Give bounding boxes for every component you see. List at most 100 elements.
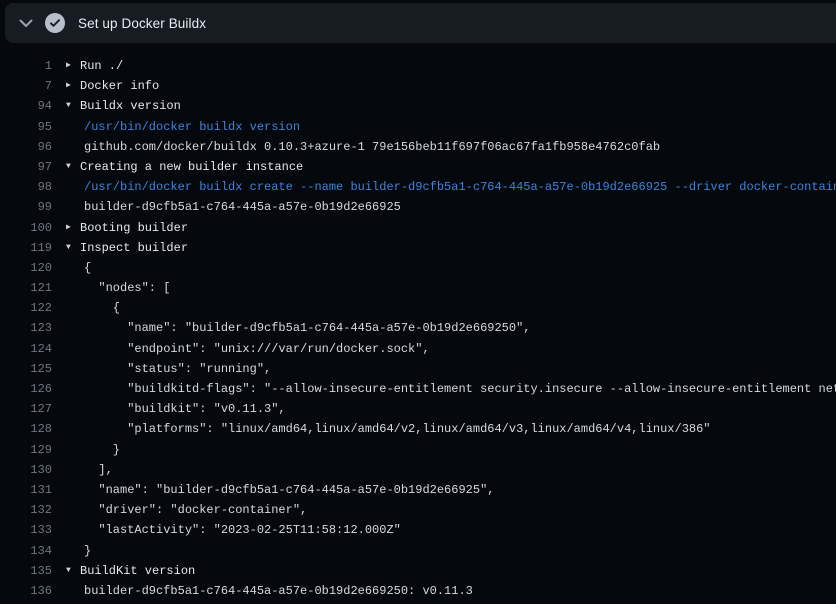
line-content: /usr/bin/docker buildx create --name bui… <box>66 177 836 197</box>
log-line: 132 "driver": "docker-container", <box>0 500 836 520</box>
line-number[interactable]: 119 <box>0 238 52 258</box>
line-text: /usr/bin/docker buildx create --name bui… <box>66 177 836 197</box>
line-content: ▶Docker info <box>66 76 159 96</box>
line-number[interactable]: 132 <box>0 500 52 520</box>
step-header[interactable]: Set up Docker Buildx <box>5 3 836 43</box>
line-content: { <box>66 258 91 278</box>
line-number[interactable]: 123 <box>0 318 52 338</box>
line-content: ], <box>66 460 113 480</box>
log-line: 129 } <box>0 440 836 460</box>
line-number[interactable]: 131 <box>0 480 52 500</box>
log-container: 1▶Run ./7▶Docker info94▼Buildx version95… <box>0 56 836 604</box>
log-line: 127 "buildkit": "v0.11.3", <box>0 399 836 419</box>
log-group-row[interactable]: 97 ▼Creating a new builder instance <box>0 157 836 177</box>
log-group-row[interactable]: 1▶Run ./ <box>0 56 836 76</box>
line-content: "name": "builder-d9cfb5a1-c764-445a-a57e… <box>66 318 530 338</box>
log-line: 96 github.com/docker/buildx 0.10.3+azure-… <box>0 137 836 157</box>
line-text: "driver": "docker-container", <box>66 500 307 520</box>
line-number[interactable]: 129 <box>0 440 52 460</box>
log-line: 121 "nodes": [ <box>0 278 836 298</box>
line-number[interactable]: 134 <box>0 541 52 561</box>
check-circle-icon <box>45 13 65 33</box>
line-text: "buildkitd-flags": "--allow-insecure-ent… <box>66 379 836 399</box>
log-line: 125 "status": "running", <box>0 359 836 379</box>
log-line: 122 { <box>0 298 836 318</box>
line-content: } <box>66 541 91 561</box>
log-line: 131 "name": "builder-d9cfb5a1-c764-445a-… <box>0 480 836 500</box>
chevron-down-icon[interactable] <box>18 15 34 31</box>
line-number[interactable]: 96 <box>0 137 52 157</box>
line-number[interactable]: 136 <box>0 581 52 601</box>
line-number[interactable]: 1 <box>0 56 52 76</box>
line-number[interactable]: 122 <box>0 298 52 318</box>
line-text: /usr/bin/docker buildx version <box>66 117 300 137</box>
line-number[interactable]: 97 <box>0 157 52 177</box>
actions-log-viewer: Set up Docker Buildx 1▶Run ./7▶Docker in… <box>0 0 836 604</box>
line-text: github.com/docker/buildx 0.10.3+azure-1 … <box>66 137 660 157</box>
line-content: { <box>66 298 120 318</box>
line-content: builder-d9cfb5a1-c764-445a-a57e-0b19d2e6… <box>66 197 401 217</box>
group-expanded-icon[interactable]: ▼ <box>66 96 80 116</box>
group-expanded-icon[interactable]: ▼ <box>66 157 80 177</box>
line-number[interactable]: 125 <box>0 359 52 379</box>
group-expanded-icon[interactable]: ▼ <box>66 561 80 581</box>
log-line: 98/usr/bin/docker buildx create --name b… <box>0 177 836 197</box>
log-line: 120 { <box>0 258 836 278</box>
line-content: "driver": "docker-container", <box>66 500 307 520</box>
log-line: 128 "platforms": "linux/amd64,linux/amd6… <box>0 419 836 439</box>
group-expanded-icon[interactable]: ▼ <box>66 238 80 258</box>
line-number[interactable]: 95 <box>0 117 52 137</box>
line-text: "name": "builder-d9cfb5a1-c764-445a-a57e… <box>66 480 494 500</box>
line-content: builder-d9cfb5a1-c764-445a-a57e-0b19d2e6… <box>66 581 473 601</box>
line-number[interactable]: 133 <box>0 520 52 540</box>
line-number[interactable]: 98 <box>0 177 52 197</box>
line-content: "lastActivity": "2023-02-25T11:58:12.000… <box>66 520 401 540</box>
line-number[interactable]: 130 <box>0 460 52 480</box>
line-text: BuildKit version <box>80 561 195 581</box>
line-text: "buildkit": "v0.11.3", <box>66 399 286 419</box>
line-content: ▼Inspect builder <box>66 238 188 258</box>
line-content: github.com/docker/buildx 0.10.3+azure-1 … <box>66 137 660 157</box>
group-collapsed-icon[interactable]: ▶ <box>66 218 80 238</box>
line-text: "platforms": "linux/amd64,linux/amd64/v2… <box>66 419 711 439</box>
log-group-row[interactable]: 7 ▶Docker info <box>0 76 836 96</box>
log-line: 136 builder-d9cfb5a1-c764-445a-a57e-0b19d… <box>0 581 836 601</box>
log-group-row[interactable]: 94 ▼Buildx version <box>0 96 836 116</box>
line-text: Buildx version <box>80 96 181 116</box>
line-content: ▼Creating a new builder instance <box>66 157 303 177</box>
line-number[interactable]: 126 <box>0 379 52 399</box>
log-line: 133 "lastActivity": "2023-02-25T11:58:12… <box>0 520 836 540</box>
line-text: } <box>66 541 91 561</box>
group-collapsed-icon[interactable]: ▶ <box>66 56 80 76</box>
group-collapsed-icon[interactable]: ▶ <box>66 76 80 96</box>
log-group-row[interactable]: 119 ▼Inspect builder <box>0 238 836 258</box>
line-text: "name": "builder-d9cfb5a1-c764-445a-a57e… <box>66 318 530 338</box>
log-group-row[interactable]: 135 ▼BuildKit version <box>0 561 836 581</box>
line-content: ▼Buildx version <box>66 96 181 116</box>
line-number[interactable]: 7 <box>0 76 52 96</box>
line-text: { <box>66 258 91 278</box>
line-number[interactable]: 100 <box>0 218 52 238</box>
line-text: Creating a new builder instance <box>80 157 303 177</box>
line-number[interactable]: 127 <box>0 399 52 419</box>
line-text: ], <box>66 460 113 480</box>
line-content: /usr/bin/docker buildx version <box>66 117 300 137</box>
line-text: } <box>66 440 120 460</box>
line-content: "buildkit": "v0.11.3", <box>66 399 286 419</box>
log-line: 134} <box>0 541 836 561</box>
line-number[interactable]: 121 <box>0 278 52 298</box>
log-line: 124 "endpoint": "unix:///var/run/docker.… <box>0 339 836 359</box>
line-number[interactable]: 94 <box>0 96 52 116</box>
line-text: "lastActivity": "2023-02-25T11:58:12.000… <box>66 520 401 540</box>
line-content: "nodes": [ <box>66 278 170 298</box>
log-group-row[interactable]: 100 ▶Booting builder <box>0 218 836 238</box>
line-text: Inspect builder <box>80 238 188 258</box>
line-number[interactable]: 135 <box>0 561 52 581</box>
line-number[interactable]: 120 <box>0 258 52 278</box>
line-content: ▶Booting builder <box>66 218 188 238</box>
line-number[interactable]: 124 <box>0 339 52 359</box>
log-line: 130 ], <box>0 460 836 480</box>
line-content: } <box>66 440 120 460</box>
line-number[interactable]: 99 <box>0 197 52 217</box>
line-number[interactable]: 128 <box>0 419 52 439</box>
